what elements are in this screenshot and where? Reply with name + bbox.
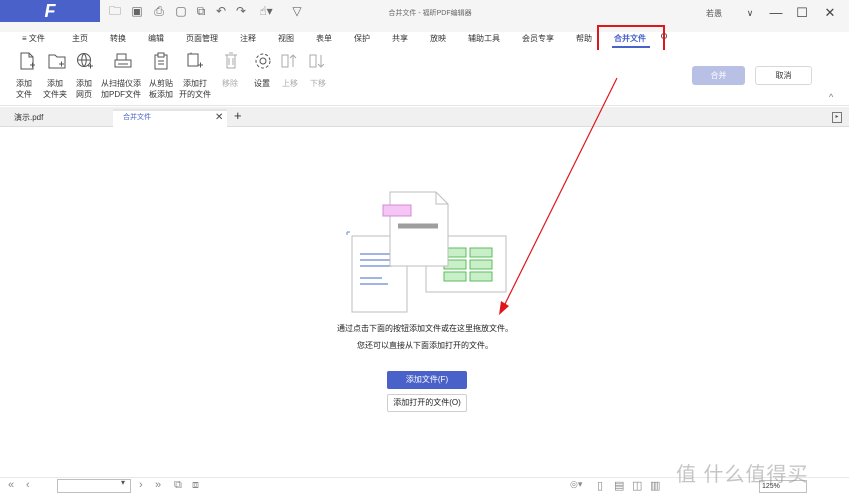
drop-hint-text: 通过点击下面的按钮添加文件或在这里拖放文件。 [337,324,513,333]
first-page-icon[interactable]: « [8,479,14,491]
next-page-icon[interactable]: › [139,479,143,491]
prev-page-icon[interactable]: ‹ [26,479,30,491]
page-dropdown-icon[interactable]: ▾ [121,478,125,487]
single-page-icon[interactable]: ▯ [597,479,603,492]
add-open-files-button[interactable]: 添加打开的文件(O) [387,394,467,412]
page-number-input[interactable] [57,479,131,493]
two-page-continuous-icon[interactable]: ▥ [650,479,660,492]
open-files-hint-text: 您还可以直接从下面添加打开的文件。 [357,341,493,350]
two-page-icon[interactable]: ◫ [632,479,642,492]
page-view-icon[interactable]: ⧈ [192,479,199,492]
copy-page-icon[interactable]: ⧉ [174,479,182,492]
view-mode-icon[interactable]: ◎▾ [570,479,582,490]
add-file-button[interactable]: 添加文件(F) [387,371,467,389]
site-watermark: 值 什么值得买 [676,464,809,486]
annotation-arrow [499,77,618,315]
last-page-icon[interactable]: » [155,479,161,491]
continuous-page-icon[interactable]: ▤ [614,479,624,492]
